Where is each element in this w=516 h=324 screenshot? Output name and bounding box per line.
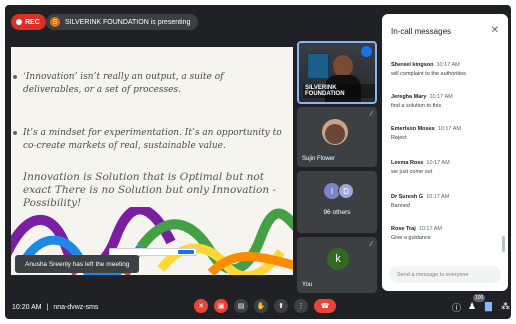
slide-bullet-2: It’s a mindset for experimentation. It’s… (13, 127, 285, 153)
more-options-button[interactable]: ⋮ (294, 299, 308, 313)
participant-count-badge: 100 (473, 294, 486, 302)
message-text: find a solution to this (391, 103, 442, 109)
separator: | (46, 304, 49, 311)
tile-presenter-name: SILVERINK FOUNDATION (303, 84, 375, 98)
others-count: 96 others (323, 209, 351, 216)
avatar: D (338, 183, 354, 199)
message-sender: Leema Rose (391, 160, 424, 166)
chat-scrollbar[interactable] (502, 236, 505, 252)
people-icon[interactable]: ♟ (468, 301, 476, 312)
avatar (322, 119, 348, 145)
message-time: 10:17 AM (437, 126, 461, 132)
more-vert-icon: ⋮ (297, 303, 305, 310)
message-sender: Rose Traj (391, 226, 416, 232)
leave-call-button[interactable]: ☎ (314, 299, 336, 313)
avatar: k (327, 248, 349, 270)
tile-you-name: You (302, 282, 313, 288)
record-dot-icon (16, 19, 22, 25)
chat-panel: In-call messages ✕ Shereel kingson 10:17 … (382, 14, 508, 291)
rec-label: REC (25, 18, 40, 26)
captions-button[interactable]: ▤ (234, 299, 248, 313)
chat-message: Jeregha Mary 10:17 AM find a solution to … (391, 94, 503, 109)
presenter-avatar: S (50, 17, 60, 27)
message-sender: Dr Suresh G (391, 194, 424, 200)
message-text: Give a guidance (391, 235, 431, 241)
chat-message-input[interactable] (389, 266, 501, 283)
message-text: will complaint to the authorities (391, 71, 466, 77)
message-time: 10:17 AM (418, 226, 443, 232)
phone-hangup-icon: ☎ (320, 303, 330, 310)
message-time: 10:17 AM (426, 194, 450, 200)
message-sender: Jeregha Mary (391, 94, 427, 100)
message-text: we just come out (391, 169, 433, 175)
info-icon[interactable]: ⓘ (452, 301, 461, 314)
message-time: 10:17 AM (436, 62, 460, 68)
tile-presenter[interactable]: SILVERINK FOUNDATION (297, 41, 377, 104)
meeting-info: 10:20 AM | nna-dvwz-sms (12, 304, 98, 311)
chat-icon[interactable]: ▇ (485, 301, 492, 312)
message-text: Banned (391, 203, 410, 209)
camera-off-button[interactable]: ▣ (214, 299, 228, 313)
bullet-dot-icon (13, 131, 17, 135)
slide-embedded-button (178, 250, 194, 254)
captions-icon: ▤ (237, 303, 245, 310)
mic-off-icon: ⁄ (370, 111, 372, 118)
chat-message: Dr Suresh G 10:17 AM Banned (391, 194, 503, 209)
message-sender: Shereel kingson (391, 62, 434, 68)
slide-bullet-2-text: It’s a mindset for experimentation. It’s… (23, 128, 282, 151)
speaking-icon (361, 46, 372, 57)
message-sender: Emerlson Moses (391, 126, 435, 132)
presenting-banner: S SILVERINK FOUNDATION is presenting (46, 14, 199, 30)
chat-message: Emerlson Moses 10:17 AM Reject (391, 126, 503, 141)
present-button[interactable]: ⬆ (274, 299, 288, 313)
mic-off-icon: ⁄ (370, 241, 372, 248)
tile-others[interactable]: I D 96 others (297, 171, 377, 233)
chat-message: Rose Traj 10:17 AM Give a guidance (391, 226, 503, 241)
meet-window: REC S SILVERINK FOUNDATION is presenting… (5, 5, 511, 319)
camera-off-icon: ▣ (217, 303, 225, 310)
hand-icon: ✋ (256, 303, 266, 310)
current-time: 10:20 AM (12, 304, 42, 311)
tile-sujin-name: Sujin Flower (302, 156, 336, 162)
message-time: 10:17 AM (426, 160, 450, 166)
slide-bullet-1-text: ‘Innovation’ isn’t really an output, a s… (23, 72, 224, 95)
chat-message: Shereel kingson 10:17 AM will complaint t… (391, 62, 503, 77)
bullet-dot-icon (13, 75, 17, 79)
presentation-slide: ‘Innovation’ isn’t really an output, a s… (11, 47, 293, 275)
slide-bullet-1: ‘Innovation’ isn’t really an output, a s… (13, 71, 283, 97)
chat-panel-title: In-call messages (391, 27, 452, 36)
mic-off-button[interactable]: ✕ (194, 299, 208, 313)
slide-quote: Innovation is Solution that is Optimal b… (23, 171, 277, 209)
recording-indicator: REC (11, 14, 46, 30)
meeting-code: nna-dvwz-sms (53, 304, 99, 311)
raise-hand-button[interactable]: ✋ (254, 299, 268, 313)
message-time: 10:17 AM (429, 94, 453, 100)
chat-message: Leema Rose 10:17 AM we just come out (391, 160, 503, 175)
close-icon[interactable]: ✕ (491, 25, 499, 36)
tile-sujin-flower[interactable]: ⁄ Sujin Flower (297, 107, 377, 167)
presenter-head (333, 55, 353, 77)
notification-toast: Anusha Sreenly has left the meeting (15, 255, 140, 273)
tile-you[interactable]: k ⁄ You (297, 237, 377, 293)
presenting-text: SILVERINK FOUNDATION is presenting (65, 18, 191, 26)
presenter-book (307, 53, 329, 79)
present-icon: ⬆ (278, 303, 284, 310)
message-text: Reject (391, 135, 407, 141)
mic-off-icon: ✕ (198, 303, 204, 310)
activities-icon[interactable]: ⁂ (501, 301, 510, 312)
